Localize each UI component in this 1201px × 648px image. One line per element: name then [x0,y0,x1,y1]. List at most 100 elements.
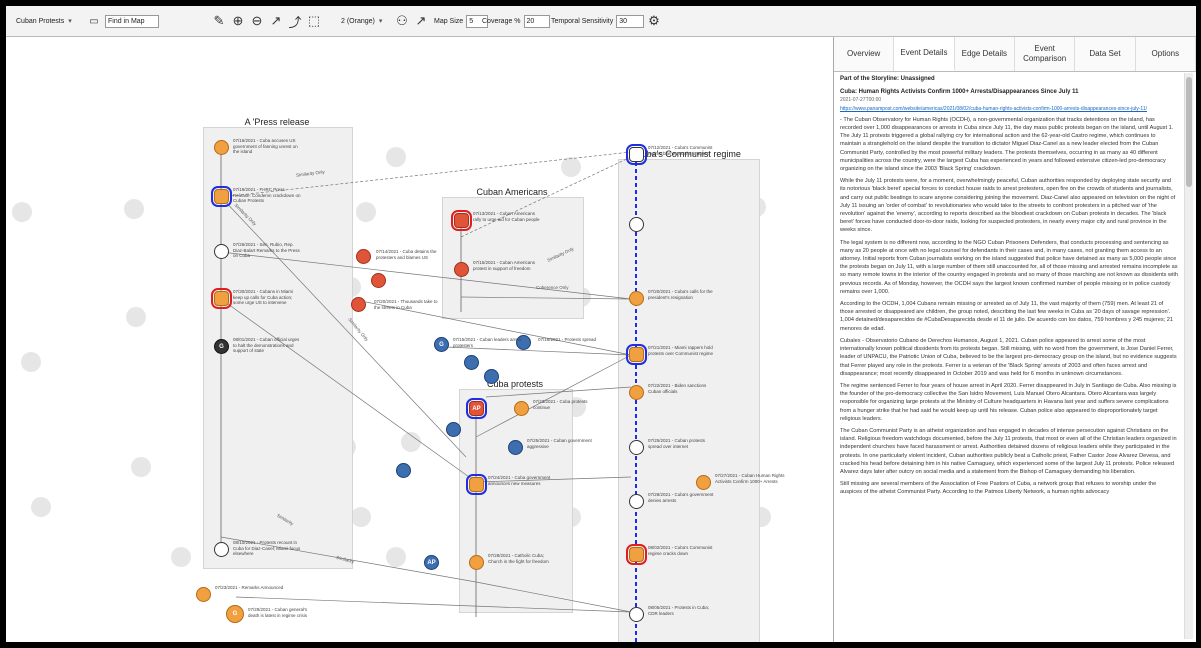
event-node-label: 07/25/2021 - Cuban protests spread over … [648,438,706,449]
event-node-label: 07/24/2021 - Cuba government announces n… [488,475,551,486]
event-node[interactable] [466,474,487,495]
event-node-label: 07/15/2021 - Cuban Americans protest in … [473,260,536,271]
event-node[interactable] [484,369,499,384]
event-node[interactable] [626,344,647,365]
storyline-select[interactable]: Cuban Protests ▾ [16,6,72,36]
event-node[interactable] [629,385,644,400]
map-canvas[interactable]: A 'Press release Cuban Americans Cuba's … [6,37,834,642]
event-node[interactable] [451,210,472,231]
event-node-label: 07/26/2021 - Sen. Rubio, Rep. Diaz-Balar… [233,242,300,258]
event-node[interactable] [454,262,469,277]
event-node[interactable]: G [434,337,449,352]
event-node-label: 07/14/2021 - Cuba detains the protesters… [376,249,437,260]
tab-overview[interactable]: Overview [834,37,895,71]
edge [220,196,467,458]
event-node[interactable] [629,607,644,622]
settings-tool[interactable]: ⚙ [646,6,662,36]
event-node[interactable] [196,587,211,602]
event-node[interactable] [629,494,644,509]
event-node-label: 07/23/2021 - Cuba protests continue [533,399,588,410]
event-node-label: 07/30/2021 - Cubans in Miami keep up cal… [233,289,294,305]
edge-label: Coherence Only [536,285,569,290]
event-node[interactable] [356,249,371,264]
event-node[interactable]: G [226,605,244,623]
chevron-down-icon: ▾ [68,18,72,25]
event-node[interactable] [626,144,647,165]
event-paragraph: According to the OCDH, 1,004 Cubans rema… [840,301,1173,332]
app-window: Cuban Protests ▾ ▭ Find in Map ✎ ⊕ ⊖ ↗ ⤴… [6,6,1196,642]
arrow-tool-icon[interactable]: ↗ [268,13,284,29]
event-node[interactable] [211,288,232,309]
event-node-label: 07/27/2021 - Cuban Human Rights Activist… [715,473,785,484]
event-node[interactable] [211,186,232,207]
scrollbar-thumb[interactable] [1186,77,1192,187]
edge [485,386,632,398]
event-node-label: 07/15/2021 - Cuban leaders arrest protes… [453,337,522,348]
event-node[interactable] [629,440,644,455]
arrow-icon[interactable]: ↗ [413,13,429,29]
event-node-label: 07/16/2021 - Cuba accuses US government … [233,138,298,154]
zoom-in-icon[interactable]: ⊕ [230,13,246,29]
event-node[interactable] [214,542,229,557]
find-in-map-field: Find in Map [105,14,159,28]
event-node[interactable] [214,244,229,259]
event-node[interactable]: G [214,339,229,354]
event-node[interactable] [514,401,529,416]
event-node[interactable] [351,297,366,312]
event-details-content: Part of the Storyline: Unassigned Cuba: … [840,75,1178,637]
event-node[interactable] [396,463,411,478]
tab-event-details[interactable]: Event Details [894,37,955,71]
tab-event-comparison[interactable]: Event Comparison [1015,37,1076,71]
event-node[interactable] [508,440,523,455]
link-icon[interactable]: ⚇ [394,13,410,29]
event-node[interactable] [214,140,229,155]
arrow-tool-2-icon[interactable]: ⤴ [287,13,303,30]
event-url-link[interactable]: https://www.panampost.com/website/americ… [840,105,1178,113]
tab-data-set[interactable]: Data Set [1075,37,1136,71]
storyline-header: Part of the Storyline: Unassigned [840,76,935,82]
zoom-out-icon[interactable]: ⊖ [249,13,265,29]
event-node-label: 07/19/2021 - FHRC Press Release: Condemn… [233,187,301,203]
event-date: 2021-07-27T00:00 [840,97,882,104]
magic-wand-icon[interactable]: ✎ [211,13,227,29]
temporal-input[interactable]: 30 [616,14,645,28]
event-node[interactable] [469,555,484,570]
event-paragraph: Cubalex - Observatorio Cubano de Derecho… [840,337,1177,377]
event-node[interactable] [464,355,479,370]
tab-edge-details[interactable]: Edge Details [955,37,1015,71]
event-node-label: 07/28/2021 - Cuba's government denies ar… [648,492,714,503]
layer-select[interactable]: 2 (Orange) ▾ [341,6,382,36]
event-paragraph: Still missing are several members of the… [840,481,1157,496]
edge [445,346,632,356]
event-node[interactable]: AP [466,398,487,419]
event-node-label: 07/25/2021 - Cuban government aggressive [527,438,592,449]
find-in-map-input[interactable]: ▭ Find in Map [86,6,159,36]
panel-scrollbar[interactable] [1184,73,1193,639]
event-node-label: 07/28/2021 - Catholic Cuba; Church in th… [488,553,549,564]
coverage-label: Coverage % [482,17,521,25]
event-node[interactable] [626,544,647,565]
tab-options[interactable]: Options [1136,37,1196,71]
event-node[interactable] [446,422,461,437]
temporal-label: Temporal Sensitivity [551,17,614,25]
event-paragraph: The Cuban Communist Party is an atheist … [840,427,1177,475]
edge [475,581,632,613]
event-paragraph: While the July 11 protests were, for a m… [840,178,1176,234]
event-node-label: 07/12/2021 - Cuba's Communist regime bla… [648,145,713,156]
event-node-label: 08/10/2021 - Protests recount in Cuba fo… [233,540,301,556]
select-area-icon[interactable]: ⬚ [306,13,322,29]
event-node[interactable] [629,291,644,306]
event-node[interactable] [629,217,644,232]
event-node-label: 07/28/2021 - Cuban general's death is la… [248,607,308,618]
extra-tool-icons: ⚇ ↗ [394,6,429,36]
event-node-label: 07/20/2021 - Cuba's calls for the presid… [648,289,713,300]
details-panel: Overview Event Details Edge Details Even… [834,37,1196,642]
event-node[interactable] [371,273,386,288]
event-node-label: 08/05/2021 - Protests in Cuba; CDR leade… [648,605,710,616]
event-node[interactable] [696,475,711,490]
edge [220,298,477,483]
event-node[interactable]: AP [424,555,439,570]
layer-select-value: 2 (Orange) [341,17,375,25]
coverage-input[interactable]: 20 [523,14,550,28]
map-size-control: Map Size 5 [434,6,489,36]
